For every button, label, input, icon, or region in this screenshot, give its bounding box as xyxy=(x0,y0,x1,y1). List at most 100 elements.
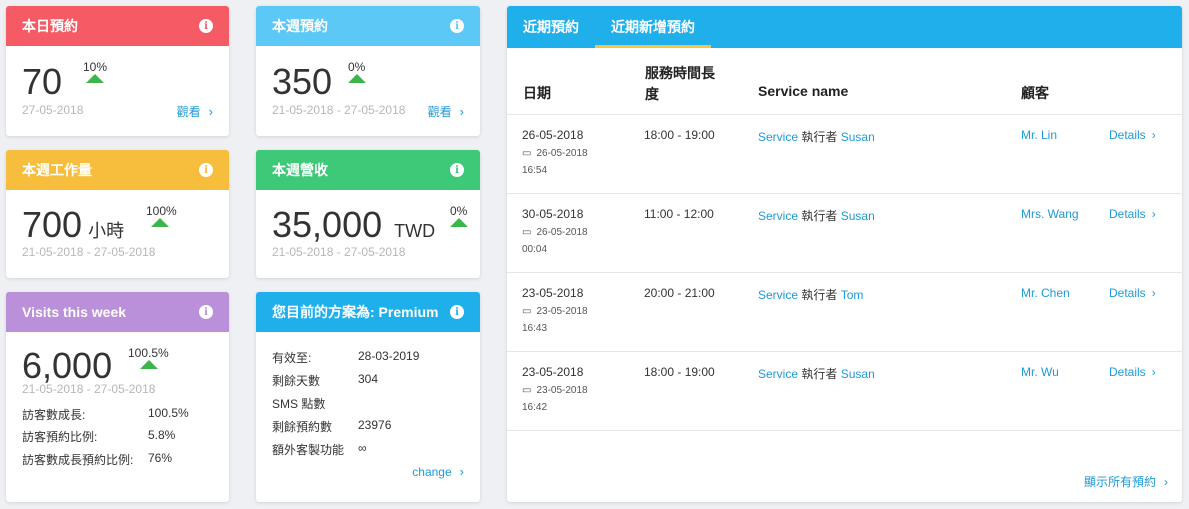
staff-link[interactable]: Tom xyxy=(841,288,864,302)
service-link[interactable]: Service xyxy=(758,288,798,302)
table-row: 23-05-2018 ▭ 23-05-2018 16:43 20:00 - 21:… xyxy=(507,273,1182,351)
plan-label: 剩餘預約數 xyxy=(272,420,333,434)
stat-row: 訪客數成長預約比例: 76% xyxy=(22,451,212,468)
created-date-value: 26-05-2018 xyxy=(536,148,588,159)
table-row: 30-05-2018 ▭ 26-05-2018 00:04 11:00 - 12:… xyxy=(507,194,1182,272)
customer-link[interactable]: Mr. Wu xyxy=(1021,365,1059,379)
info-icon[interactable]: i xyxy=(199,305,213,319)
calendar-icon: ▭ xyxy=(522,385,532,396)
created-date: ▭ 23-05-2018 xyxy=(522,385,588,396)
up-arrow-icon xyxy=(86,74,104,83)
time-slot: 18:00 - 19:00 xyxy=(644,128,715,142)
created-time: 16:54 xyxy=(522,165,548,176)
plan-value: 304 xyxy=(358,372,379,386)
service-link[interactable]: Service xyxy=(758,209,798,223)
show-all-label: 顯示所有預約 xyxy=(1083,475,1156,489)
date-range-label: 21-05-2018 - 27-05-2018 xyxy=(22,382,156,396)
plan-row: 剩餘預約數 23976 xyxy=(272,418,462,435)
plan-row: 有效至: 28-03-2019 xyxy=(272,349,462,366)
view-link[interactable]: 觀看 › xyxy=(177,103,213,120)
today-bookings-card: 本日預約 i 70 10% 27-05-2018 觀看 › xyxy=(6,6,229,136)
tab-upcoming-bookings[interactable]: 近期預約 xyxy=(507,6,595,48)
info-icon[interactable]: i xyxy=(450,19,464,33)
service-link[interactable]: Service xyxy=(758,130,798,144)
plan-row: 額外客製功能 ∞ xyxy=(272,441,462,458)
change-link-label: change xyxy=(412,465,452,479)
created-time: 16:43 xyxy=(522,323,548,334)
info-icon[interactable]: i xyxy=(450,305,464,319)
chevron-right-icon: › xyxy=(1151,207,1156,221)
chevron-right-icon: › xyxy=(208,104,213,119)
view-link-label: 觀看 xyxy=(176,105,201,119)
chevron-right-icon: › xyxy=(1164,475,1168,489)
week-count: 350 xyxy=(272,61,333,102)
column-header-date: 日期 xyxy=(523,85,551,101)
created-time: 00:04 xyxy=(522,244,548,255)
customer-link[interactable]: Mr. Lin xyxy=(1021,128,1057,142)
info-icon[interactable]: i xyxy=(450,163,464,177)
booking-date: 23-05-2018 xyxy=(522,365,584,379)
plan-row: 剩餘天數 304 xyxy=(272,372,462,389)
growth-percent: 100% xyxy=(146,204,177,218)
booking-date: 30-05-2018 xyxy=(522,207,584,221)
info-icon[interactable]: i xyxy=(199,163,213,177)
details-label: Details xyxy=(1109,128,1146,142)
card-header: 本日預約 i xyxy=(6,6,229,46)
plan-card: 您目前的方案為: Premium i 有效至: 28-03-2019 剩餘天數 30… xyxy=(256,292,480,502)
divider xyxy=(507,430,1182,431)
stat-label: 訪客預約比例: xyxy=(22,430,98,444)
stat-label: 訪客數成長: xyxy=(22,408,86,422)
details-link[interactable]: Details › xyxy=(1109,365,1156,379)
plan-value: 23976 xyxy=(358,418,392,432)
chevron-right-icon: › xyxy=(459,104,464,119)
booking-date: 23-05-2018 xyxy=(522,286,584,300)
revenue-value: 35,000 xyxy=(272,204,383,245)
plan-label: SMS 點數 xyxy=(272,397,326,411)
plan-label: 剩餘天數 xyxy=(272,374,321,388)
plan-value: 28-03-2019 xyxy=(358,349,420,363)
card-title: 本週營收 xyxy=(272,162,328,178)
tab-new-bookings[interactable]: 近期新增預約 xyxy=(595,6,711,48)
created-date-value: 26-05-2018 xyxy=(536,227,588,238)
chevron-right-icon: › xyxy=(1151,365,1156,379)
created-date: ▭ 26-05-2018 xyxy=(522,148,588,159)
service-info: Service 執行者 Susan xyxy=(758,128,875,145)
card-header: 本週預約 i xyxy=(256,6,480,46)
revenue-amount: 35,000 TWD xyxy=(272,207,435,243)
executor-label: 執行者 xyxy=(801,130,838,144)
change-plan-link[interactable]: change › xyxy=(412,464,464,479)
card-header: 本週工作量 i xyxy=(6,150,229,190)
plan-row: SMS 點數 xyxy=(272,395,462,412)
staff-link[interactable]: Susan xyxy=(841,209,875,223)
unit-label: 小時 xyxy=(88,221,125,241)
created-date-value: 23-05-2018 xyxy=(536,385,588,396)
chevron-right-icon: › xyxy=(459,464,464,479)
card-title: 本週工作量 xyxy=(22,162,92,178)
customer-link[interactable]: Mrs. Wang xyxy=(1021,207,1079,221)
view-link-label: 觀看 xyxy=(427,105,452,119)
details-link[interactable]: Details › xyxy=(1109,128,1156,142)
growth-percent: 0% xyxy=(450,204,468,218)
view-link[interactable]: 觀看 › xyxy=(428,103,464,120)
staff-link[interactable]: Susan xyxy=(841,130,875,144)
service-info: Service 執行者 Susan xyxy=(758,207,875,224)
customer-link[interactable]: Mr. Chen xyxy=(1021,286,1070,300)
staff-link[interactable]: Susan xyxy=(841,367,875,381)
details-link[interactable]: Details › xyxy=(1109,286,1156,300)
up-arrow-icon xyxy=(151,218,169,227)
card-title: Visits this week xyxy=(22,304,127,320)
created-time: 16:42 xyxy=(522,402,548,413)
show-all-bookings-link[interactable]: 顯示所有預約 › xyxy=(1084,473,1168,490)
info-icon[interactable]: i xyxy=(199,19,213,33)
plan-label: 額外客製功能 xyxy=(272,443,345,457)
column-header-duration: 服務時間長度 xyxy=(645,65,715,102)
plan-value: ∞ xyxy=(358,441,367,455)
details-link[interactable]: Details › xyxy=(1109,207,1156,221)
service-link[interactable]: Service xyxy=(758,367,798,381)
table-row: 23-05-2018 ▭ 23-05-2018 16:42 18:00 - 19:… xyxy=(507,352,1182,430)
stat-label: 訪客數成長預約比例: xyxy=(22,453,134,467)
card-header: 本週營收 i xyxy=(256,150,480,190)
service-info: Service 執行者 Tom xyxy=(758,286,863,303)
executor-label: 執行者 xyxy=(801,367,838,381)
details-label: Details xyxy=(1109,286,1146,300)
